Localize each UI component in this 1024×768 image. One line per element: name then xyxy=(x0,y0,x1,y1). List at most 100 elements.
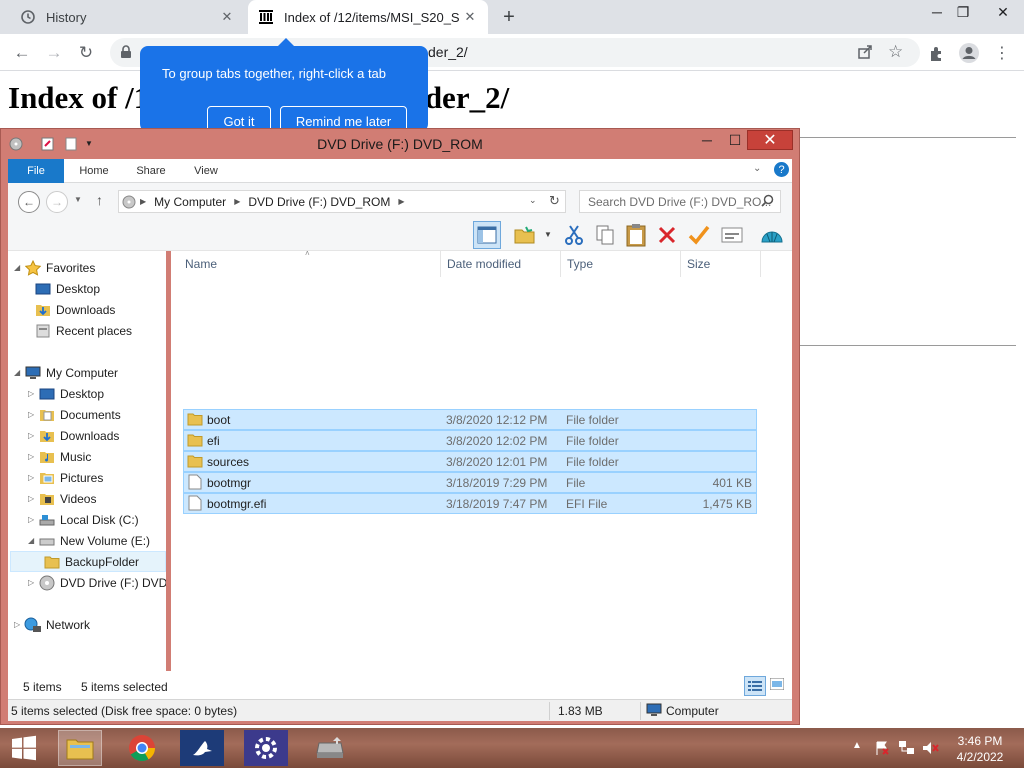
volume-muted-icon[interactable] xyxy=(922,740,940,759)
show-hidden-icons-icon[interactable]: ▲ xyxy=(852,740,862,751)
expand-arrow-icon[interactable]: ▷ xyxy=(28,389,38,398)
help-icon[interactable]: ? xyxy=(774,162,789,177)
nav-label: DVD Drive (F:) DVD_I xyxy=(60,575,166,590)
copy-icon[interactable] xyxy=(591,221,619,249)
paste-icon[interactable] xyxy=(622,221,650,249)
folder-icon xyxy=(187,411,203,430)
back-button[interactable]: ← xyxy=(9,40,35,66)
new-tab-button[interactable]: + xyxy=(497,5,521,29)
network-status-icon[interactable] xyxy=(898,740,916,759)
refresh-icon[interactable]: ↻ xyxy=(549,193,560,209)
search-input[interactable]: Search DVD Drive (F:) DVD_RO... xyxy=(579,190,781,213)
breadcrumb-dvd-drive[interactable]: DVD Drive (F:) DVD_ROM xyxy=(248,195,390,209)
delete-icon[interactable] xyxy=(653,221,681,249)
chrome-taskbar-button[interactable] xyxy=(120,730,164,766)
disk-utility-taskbar-button[interactable] xyxy=(308,730,352,766)
nav-pictures[interactable]: ▷ Pictures xyxy=(28,467,103,488)
expand-arrow-icon[interactable]: ▷ xyxy=(28,494,38,503)
start-button[interactable] xyxy=(0,730,48,766)
system-clock[interactable]: 3:46 PM 4/2/2022 xyxy=(952,733,1008,765)
tab-view[interactable]: View xyxy=(184,159,228,183)
bookmark-star-icon[interactable]: ☆ xyxy=(888,42,903,62)
forward-button[interactable]: → xyxy=(46,191,68,213)
large-icons-view-icon[interactable] xyxy=(769,677,785,693)
nav-local-disk[interactable]: ▷ Local Disk (C:) xyxy=(28,509,139,530)
tab-index[interactable]: Index of /12/items/MSI_S20_Slider_2/ ✕ xyxy=(248,0,488,34)
shell-icon[interactable] xyxy=(758,221,786,249)
nav-documents[interactable]: ▷ Documents xyxy=(28,404,121,425)
expand-arrow-icon[interactable]: ▷ xyxy=(28,473,38,482)
folder-options-icon[interactable] xyxy=(511,221,539,249)
back-button[interactable]: ← xyxy=(18,191,40,213)
expand-arrow-icon[interactable]: ▷ xyxy=(28,410,38,419)
up-arrow-icon[interactable]: ↑ xyxy=(96,192,103,208)
gear-icon xyxy=(255,737,277,759)
minimize-icon[interactable]: ─ xyxy=(693,131,721,149)
nav-downloads[interactable]: ▷ Downloads xyxy=(28,425,119,446)
nav-fav-recent[interactable]: Recent places xyxy=(34,320,132,341)
reload-button[interactable]: ↻ xyxy=(73,40,99,66)
chevron-down-icon[interactable]: ⌄ xyxy=(753,163,761,174)
chevron-down-icon[interactable]: ⌄ xyxy=(529,195,537,206)
tab-history[interactable]: History ✕ xyxy=(8,0,245,34)
table-row[interactable]: bootmgr.efi 3/18/2019 7:47 PM EFI File 1… xyxy=(183,493,757,514)
preview-pane-icon[interactable] xyxy=(473,221,501,249)
nav-dvd-drive[interactable]: ▷ DVD Drive (F:) DVD_I xyxy=(28,572,166,593)
tab-file[interactable]: File xyxy=(8,159,64,183)
tab-home[interactable]: Home xyxy=(70,159,118,183)
column-header-type[interactable]: Type xyxy=(561,251,681,277)
breadcrumb[interactable]: ▶ My Computer ▶ DVD Drive (F:) DVD_ROM ▶… xyxy=(118,190,566,213)
action-center-flag-icon[interactable] xyxy=(874,740,890,759)
nav-desktop[interactable]: ▷ Desktop xyxy=(28,383,104,404)
cut-icon[interactable] xyxy=(560,221,588,249)
forward-button[interactable]: → xyxy=(41,40,67,66)
expand-arrow-icon[interactable]: ▷ xyxy=(14,620,24,629)
restore-icon[interactable]: ❐ xyxy=(948,0,978,24)
chevron-down-icon[interactable]: ▼ xyxy=(74,195,82,204)
settings-taskbar-button[interactable] xyxy=(244,730,288,766)
table-row[interactable]: sources 3/8/2020 12:01 PM File folder xyxy=(183,451,757,472)
rename-checkmark-icon[interactable] xyxy=(685,221,713,249)
tab-share[interactable]: Share xyxy=(128,159,174,183)
properties-icon[interactable] xyxy=(718,221,746,249)
nav-my-computer[interactable]: ◢ My Computer xyxy=(14,362,118,383)
column-header-date[interactable]: Date modified xyxy=(441,251,561,277)
expand-arrow-icon[interactable]: ▷ xyxy=(28,515,38,524)
file-date: 3/8/2020 12:01 PM xyxy=(446,455,548,469)
expand-arrow-icon[interactable]: ◢ xyxy=(14,263,24,272)
nav-network[interactable]: ▷ Network xyxy=(14,614,90,635)
close-icon[interactable]: ✕ xyxy=(217,7,237,27)
extensions-icon[interactable] xyxy=(926,42,948,64)
nav-backup-folder[interactable]: BackupFolder xyxy=(10,551,166,572)
details-view-icon[interactable] xyxy=(744,676,766,696)
app-taskbar-button[interactable] xyxy=(180,730,224,766)
profile-avatar-icon[interactable] xyxy=(958,42,980,64)
nav-videos[interactable]: ▷ Videos xyxy=(28,488,96,509)
nav-fav-downloads[interactable]: Downloads xyxy=(34,299,115,320)
explorer-titlebar[interactable]: ▼ DVD Drive (F:) DVD_ROM ─ ☐ ✕ xyxy=(1,129,799,159)
close-icon[interactable]: ✕ xyxy=(460,7,480,27)
expand-arrow-icon[interactable]: ▷ xyxy=(28,578,38,587)
maximize-icon[interactable]: ☐ xyxy=(721,131,749,149)
nav-favorites[interactable]: ◢ Favorites xyxy=(14,257,95,278)
table-row[interactable]: efi 3/8/2020 12:02 PM File folder xyxy=(183,430,757,451)
table-row[interactable]: boot 3/8/2020 12:12 PM File folder xyxy=(183,409,757,430)
column-header-name[interactable]: Name xyxy=(179,251,441,277)
nav-new-volume[interactable]: ◢ New Volume (E:) xyxy=(28,530,150,551)
breadcrumb-my-computer[interactable]: My Computer xyxy=(154,195,226,209)
expand-arrow-icon[interactable]: ◢ xyxy=(28,536,38,545)
close-button[interactable]: ✕ xyxy=(747,130,793,150)
table-row[interactable]: bootmgr 3/18/2019 7:29 PM File 401 KB xyxy=(183,472,757,493)
share-icon[interactable] xyxy=(856,43,874,64)
expand-arrow-icon[interactable]: ▷ xyxy=(28,431,38,440)
menu-kebab-icon[interactable]: ⋮ xyxy=(991,42,1013,64)
column-header-size[interactable]: Size xyxy=(681,251,761,277)
expand-arrow-icon[interactable]: ◢ xyxy=(14,368,24,377)
nav-fav-desktop[interactable]: Desktop xyxy=(34,278,100,299)
expand-arrow-icon[interactable]: ▷ xyxy=(28,452,38,461)
chevron-down-icon[interactable]: ▼ xyxy=(544,230,552,239)
nav-music[interactable]: ▷ Music xyxy=(28,446,91,467)
file-explorer-taskbar-button[interactable] xyxy=(58,730,102,766)
close-icon[interactable]: ✕ xyxy=(988,0,1018,24)
search-icon[interactable] xyxy=(761,194,774,210)
